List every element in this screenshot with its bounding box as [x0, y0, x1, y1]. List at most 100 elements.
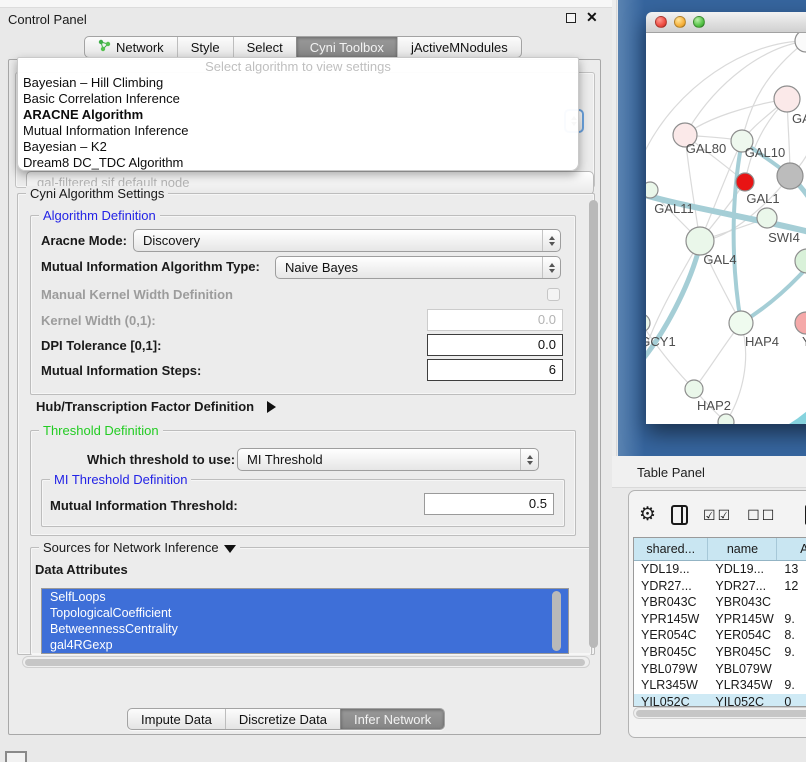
- network-node-hap2[interactable]: [685, 380, 703, 398]
- close-panel-icon[interactable]: ✕: [586, 9, 598, 26]
- column-header-a[interactable]: A: [777, 538, 806, 560]
- network-workspace: GALGAL80GAL10GAL1GAL11SWI4GAL4GCY1HAP4YH…: [618, 0, 806, 456]
- minimize-window-icon[interactable]: [674, 16, 686, 28]
- table-row[interactable]: YBL079WYBL079W: [634, 661, 806, 678]
- settings-hscrollbar[interactable]: [22, 656, 590, 668]
- tab-select[interactable]: Select: [233, 37, 296, 57]
- threshold-definition-group: Threshold Definition Which threshold to …: [30, 430, 576, 536]
- algorithm-definition-title: Algorithm Definition: [39, 208, 160, 223]
- table-row[interactable]: YDL19...YDL19...13: [634, 561, 806, 578]
- network-graph: GALGAL80GAL10GAL1GAL11SWI4GAL4GCY1HAP4YH…: [646, 33, 806, 424]
- select-all-checks-icon[interactable]: ☑☑: [703, 507, 732, 524]
- aracne-mode-combobox[interactable]: Discovery: [133, 229, 561, 252]
- node-label: GAL11: [654, 201, 694, 216]
- table-cell: YDL19...: [634, 561, 708, 578]
- bottom-tab-discretize-data[interactable]: Discretize Data: [225, 709, 340, 729]
- tab-network[interactable]: Network: [85, 37, 177, 57]
- mi-threshold-value: 0.5: [529, 496, 547, 511]
- network-node-y[interactable]: [795, 312, 806, 334]
- kernel-width-value: 0.0: [538, 312, 556, 327]
- aracne-mode-label: Aracne Mode:: [41, 233, 127, 248]
- table-row[interactable]: YLR345WYLR345W9.: [634, 677, 806, 694]
- dock-corner-icon[interactable]: [5, 751, 27, 762]
- which-threshold-combobox[interactable]: MI Threshold: [237, 448, 539, 471]
- network-window-titlebar[interactable]: [646, 12, 806, 33]
- table-hscrollbar[interactable]: [633, 707, 806, 719]
- dropdown-item-dream8-dc-tdc-algorithm[interactable]: Dream8 DC_TDC Algorithm: [18, 155, 578, 171]
- dropdown-item-basic-correlation-inference[interactable]: Basic Correlation Inference: [18, 91, 578, 107]
- dropdown-items: Bayesian – Hill ClimbingBasic Correlatio…: [18, 75, 578, 171]
- deselect-checks-icon[interactable]: ☐☐: [747, 507, 776, 524]
- network-view-window[interactable]: GALGAL80GAL10GAL1GAL11SWI4GAL4GCY1HAP4YH…: [646, 12, 806, 424]
- network-canvas[interactable]: GALGAL80GAL10GAL1GAL11SWI4GAL4GCY1HAP4YH…: [646, 33, 806, 424]
- table-cell: YPR145W: [634, 611, 708, 628]
- threshold-definition-title: Threshold Definition: [39, 423, 163, 438]
- table-row[interactable]: YDR27...YDR27...12: [634, 578, 806, 595]
- table-toolbar: ⚙ ☑☑ ☐☐: [639, 501, 806, 529]
- hub-definition-expander[interactable]: Hub/Transcription Factor Definition: [36, 398, 276, 416]
- network-node-gal1[interactable]: [736, 173, 754, 191]
- node-table: shared...nameA YDL19...YDL19...13YDR27..…: [633, 537, 806, 707]
- network-node-gcy1[interactable]: [646, 314, 650, 332]
- bottom-tab-impute-data[interactable]: Impute Data: [128, 709, 225, 729]
- table-hscrollbar-thumb[interactable]: [636, 710, 806, 717]
- divider-collapse-icon[interactable]: ▸: [618, 362, 622, 371]
- mi-steps-field[interactable]: 6: [427, 359, 563, 381]
- tab-label: Style: [191, 40, 220, 55]
- bottom-tab-infer-network[interactable]: Infer Network: [340, 709, 444, 729]
- dropdown-item-bayesian-k2[interactable]: Bayesian – K2: [18, 139, 578, 155]
- dpi-tolerance-field[interactable]: 0.0: [427, 334, 563, 356]
- table-row[interactable]: YPR145WYPR145W9.: [634, 611, 806, 628]
- dropdown-item-aracne-algorithm[interactable]: ARACNE Algorithm: [18, 107, 578, 123]
- network-node-hap4[interactable]: [729, 311, 753, 335]
- attributes-scrollbar[interactable]: [552, 591, 561, 651]
- dropdown-item-bayesian-hill-climbing[interactable]: Bayesian – Hill Climbing: [18, 75, 578, 91]
- network-node-swi4[interactable]: [757, 208, 777, 228]
- float-window-icon[interactable]: [566, 13, 576, 23]
- network-node-gal11[interactable]: [646, 182, 658, 198]
- table-row[interactable]: YBR043CYBR043C: [634, 594, 806, 611]
- table-body: YDL19...YDL19...13YDR27...YDR27...12YBR0…: [634, 561, 806, 707]
- manual-kernel-checkbox[interactable]: [547, 288, 560, 301]
- table-cell: 13: [777, 561, 806, 578]
- tab-jactivemnodules[interactable]: jActiveMNodules: [397, 37, 521, 57]
- settings-vscrollbar[interactable]: [589, 200, 598, 648]
- gear-icon[interactable]: ⚙: [639, 505, 656, 525]
- column-header-name[interactable]: name: [708, 538, 777, 560]
- attribute-item-gal4rgexp[interactable]: gal4RGexp: [42, 637, 568, 653]
- tab-label: Select: [247, 40, 283, 55]
- column-header-shared[interactable]: shared...: [634, 538, 708, 560]
- attribute-item-topologicalcoefficient[interactable]: TopologicalCoefficient: [42, 605, 568, 621]
- close-window-icon[interactable]: [655, 16, 667, 28]
- network-node-gal[interactable]: [774, 86, 800, 112]
- mi-type-combobox[interactable]: Naive Bayes: [275, 256, 561, 279]
- split-columns-icon[interactable]: [671, 505, 688, 525]
- tab-cyni-toolbox[interactable]: Cyni Toolbox: [296, 37, 397, 57]
- dpi-tolerance-value: 0.0: [538, 337, 556, 352]
- node-label: HAP4: [745, 334, 779, 349]
- table-cell: YBR043C: [634, 594, 708, 611]
- tab-style[interactable]: Style: [177, 37, 233, 57]
- mi-steps-label: Mutual Information Steps:: [41, 363, 201, 378]
- control-panel-titlebar: Control Panel ✕: [8, 11, 604, 31]
- table-row[interactable]: YIL052CYIL052C0: [634, 694, 806, 707]
- panel-divider[interactable]: [612, 0, 617, 456]
- attribute-item-betweennesscentrality[interactable]: BetweennessCentrality: [42, 621, 568, 637]
- dropdown-item-mutual-information-inference[interactable]: Mutual Information Inference: [18, 123, 578, 139]
- tab-label: Discretize Data: [239, 712, 327, 727]
- network-node[interactable]: [777, 163, 803, 189]
- collapse-down-icon[interactable]: [224, 545, 236, 553]
- table-cell: 9.: [777, 611, 806, 628]
- table-row[interactable]: YBR045CYBR045C9.: [634, 644, 806, 661]
- network-node[interactable]: [718, 414, 734, 424]
- table-cell: 9.: [777, 677, 806, 694]
- table-row[interactable]: YER054CYER054C8.: [634, 627, 806, 644]
- mi-threshold-label: Mutual Information Threshold:: [50, 498, 238, 513]
- settings-hscrollbar-thumb[interactable]: [25, 659, 585, 666]
- network-node[interactable]: [795, 249, 806, 273]
- mi-threshold-field[interactable]: 0.5: [424, 493, 554, 515]
- network-node-gal4[interactable]: [686, 227, 714, 255]
- attribute-item-selfloops[interactable]: SelfLoops: [42, 589, 568, 605]
- zoom-window-icon[interactable]: [693, 16, 705, 28]
- kernel-width-field[interactable]: 0.0: [427, 309, 563, 331]
